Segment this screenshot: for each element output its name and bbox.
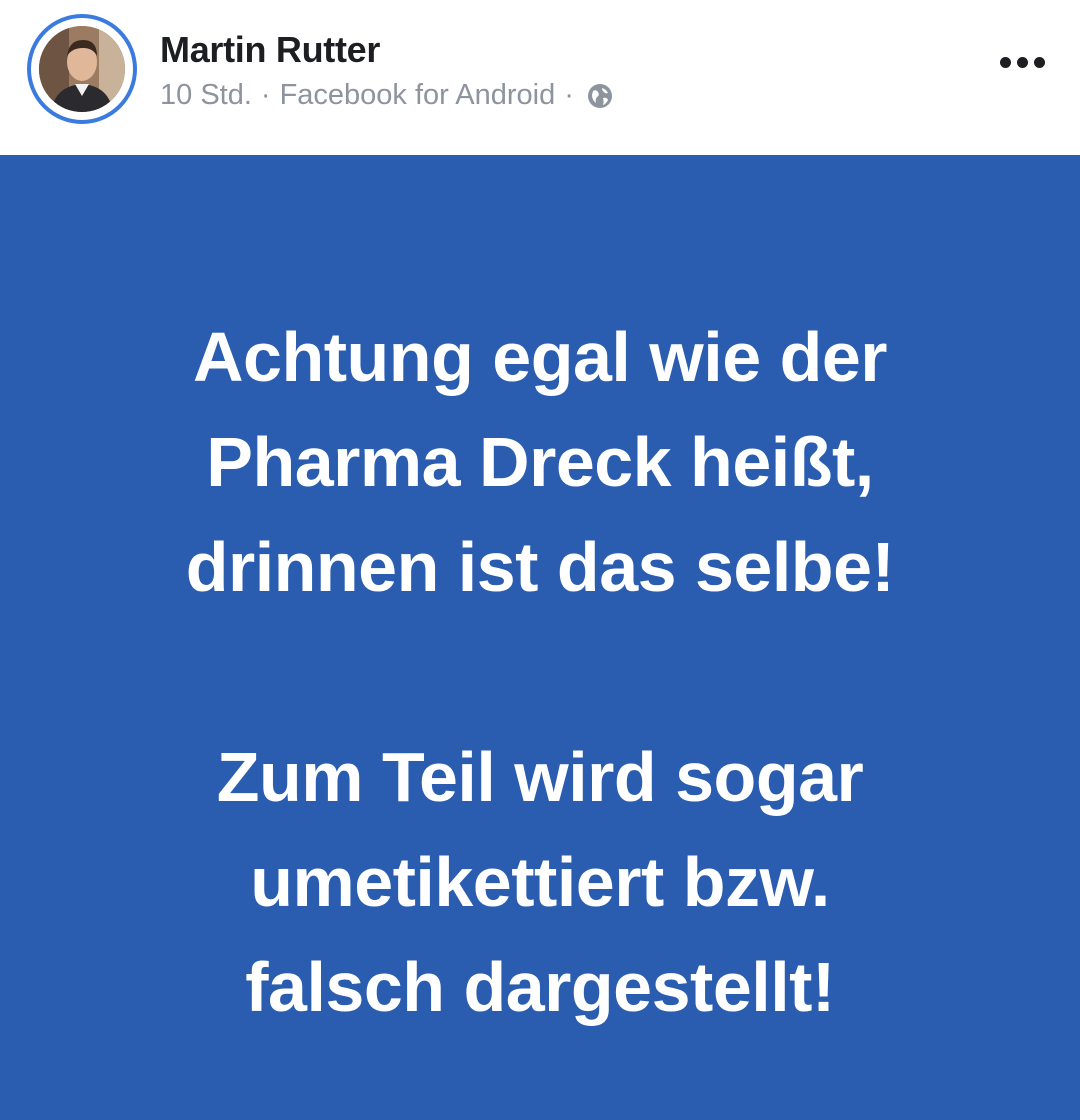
post-source: Facebook for Android: [279, 79, 556, 111]
globe-icon: [587, 83, 613, 109]
post-text-line: Zum Teil wird sogar: [216, 738, 864, 816]
avatar[interactable]: [27, 14, 137, 124]
post-background-card[interactable]: Achtung egal wie der Pharma Dreck heißt,…: [0, 155, 1080, 1120]
more-dots-icon: [1033, 56, 1045, 68]
meta-separator: ·: [564, 79, 574, 111]
post-timestamp[interactable]: 10 Std.: [160, 79, 252, 112]
meta-separator: ·: [260, 79, 271, 111]
post-text: Achtung egal wie der Pharma Dreck heißt,…: [60, 305, 1020, 1040]
post-text-line: Pharma Dreck heißt,: [206, 423, 874, 501]
post-text-line: falsch dargestellt!: [245, 948, 835, 1026]
more-dots-icon: [1016, 56, 1028, 68]
post-text-line: drinnen ist das selbe!: [185, 528, 895, 606]
post-paragraph: Achtung egal wie der Pharma Dreck heißt,…: [60, 305, 1020, 620]
person-photo-icon: [39, 26, 125, 112]
post-text-line: umetikettiert bzw.: [250, 843, 830, 921]
avatar-photo: [39, 26, 125, 112]
post-text-line: Achtung egal wie der: [193, 318, 888, 396]
post-meta: 10 Std. · Facebook for Android ·: [160, 79, 613, 112]
more-options-button[interactable]: [990, 40, 1054, 84]
more-dots-icon: [999, 56, 1011, 68]
post-header: Martin Rutter 10 Std. · Facebook for And…: [0, 0, 1080, 155]
author-name[interactable]: Martin Rutter: [160, 29, 380, 71]
post-paragraph: Zum Teil wird sogar umetikettiert bzw. f…: [60, 725, 1020, 1040]
